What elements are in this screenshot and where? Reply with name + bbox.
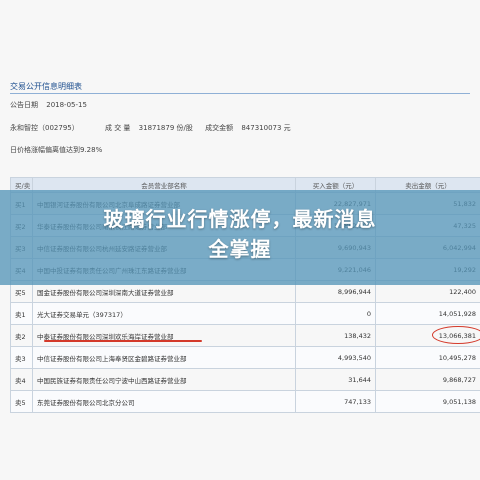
row-side: 卖4 bbox=[10, 368, 33, 391]
row-side: 卖5 bbox=[10, 390, 33, 413]
row-branch-name: 中国民族证券有限责任公司宁波中山西路证券营业部 bbox=[32, 368, 296, 391]
highlight-circle bbox=[432, 326, 480, 344]
table-row: 卖3 中信证券股份有限公司上海奉贤区金碧路证券营业部 4,993,540 10,495… bbox=[10, 346, 480, 369]
volume-value: 31871879 份/股 bbox=[138, 124, 193, 132]
row-buy-amount: 4,993,540 bbox=[295, 346, 376, 369]
row-buy-amount: 138,432 bbox=[295, 324, 376, 347]
banner-line-1: 玻璃行业行情涨停，最新消息 bbox=[103, 207, 377, 231]
row-branch-name: 中泰证券股份有限公司深圳欢乐海岸证券营业部 bbox=[32, 324, 296, 347]
row-branch-name: 东莞证券股份有限公司北京分公司 bbox=[32, 390, 296, 413]
announce-date-label: 公告日期 bbox=[10, 101, 38, 109]
stock-info-line: 永和智控（002795） 成 交 量 31871879 份/股 成交金额 847… bbox=[10, 123, 301, 133]
row-sell-amount: 9,051,138 bbox=[375, 390, 480, 413]
row-buy-amount: 31,644 bbox=[295, 368, 376, 391]
table-row: 卖4 中国民族证券有限责任公司宁波中山西路证券营业部 31,644 9,868,727 bbox=[10, 368, 480, 391]
price-deviation-note: 日价格涨幅偏离值达到9.28% bbox=[10, 146, 103, 154]
row-side: 卖3 bbox=[10, 346, 33, 369]
row-branch-name: 光大证券交易单元（397317） bbox=[32, 302, 296, 325]
row-buy-amount: 747,133 bbox=[295, 390, 376, 413]
amount-label: 成交金额 bbox=[205, 124, 234, 132]
row-side: 卖2 bbox=[10, 324, 33, 347]
volume-label: 成 交 量 bbox=[104, 124, 131, 132]
table-row: 卖2 中泰证券股份有限公司深圳欢乐海岸证券营业部 138,432 13,066,381 bbox=[10, 324, 480, 347]
title-divider bbox=[10, 93, 470, 94]
row-sell-amount: 10,495,278 bbox=[375, 346, 480, 369]
row-side: 卖1 bbox=[10, 302, 33, 325]
table-row: 卖1 光大证券交易单元（397317） 0 14,051,928 bbox=[10, 302, 480, 325]
banner-headline: 玻璃行业行情涨停，最新消息 全掌握 bbox=[0, 204, 480, 264]
highlight-underline bbox=[44, 340, 202, 342]
table-row: 卖5 东莞证券股份有限公司北京分公司 747,133 9,051,138 bbox=[10, 390, 480, 413]
amount-value: 847310073 元 bbox=[241, 124, 291, 132]
document-title: 交易公开信息明细表 bbox=[10, 82, 82, 91]
row-branch-name: 中信证券股份有限公司上海奉贤区金碧路证券营业部 bbox=[32, 346, 296, 369]
row-buy-amount: 0 bbox=[295, 302, 376, 325]
stock-label: 永和智控（002795） bbox=[10, 124, 79, 132]
announce-date-value: 2018-05-15 bbox=[46, 101, 87, 109]
banner-line-2: 全掌握 bbox=[208, 237, 272, 261]
row-sell-amount: 9,868,727 bbox=[375, 368, 480, 391]
row-sell-amount: 14,051,928 bbox=[375, 302, 480, 325]
announce-date-line: 公告日期 2018-05-15 bbox=[10, 100, 97, 110]
